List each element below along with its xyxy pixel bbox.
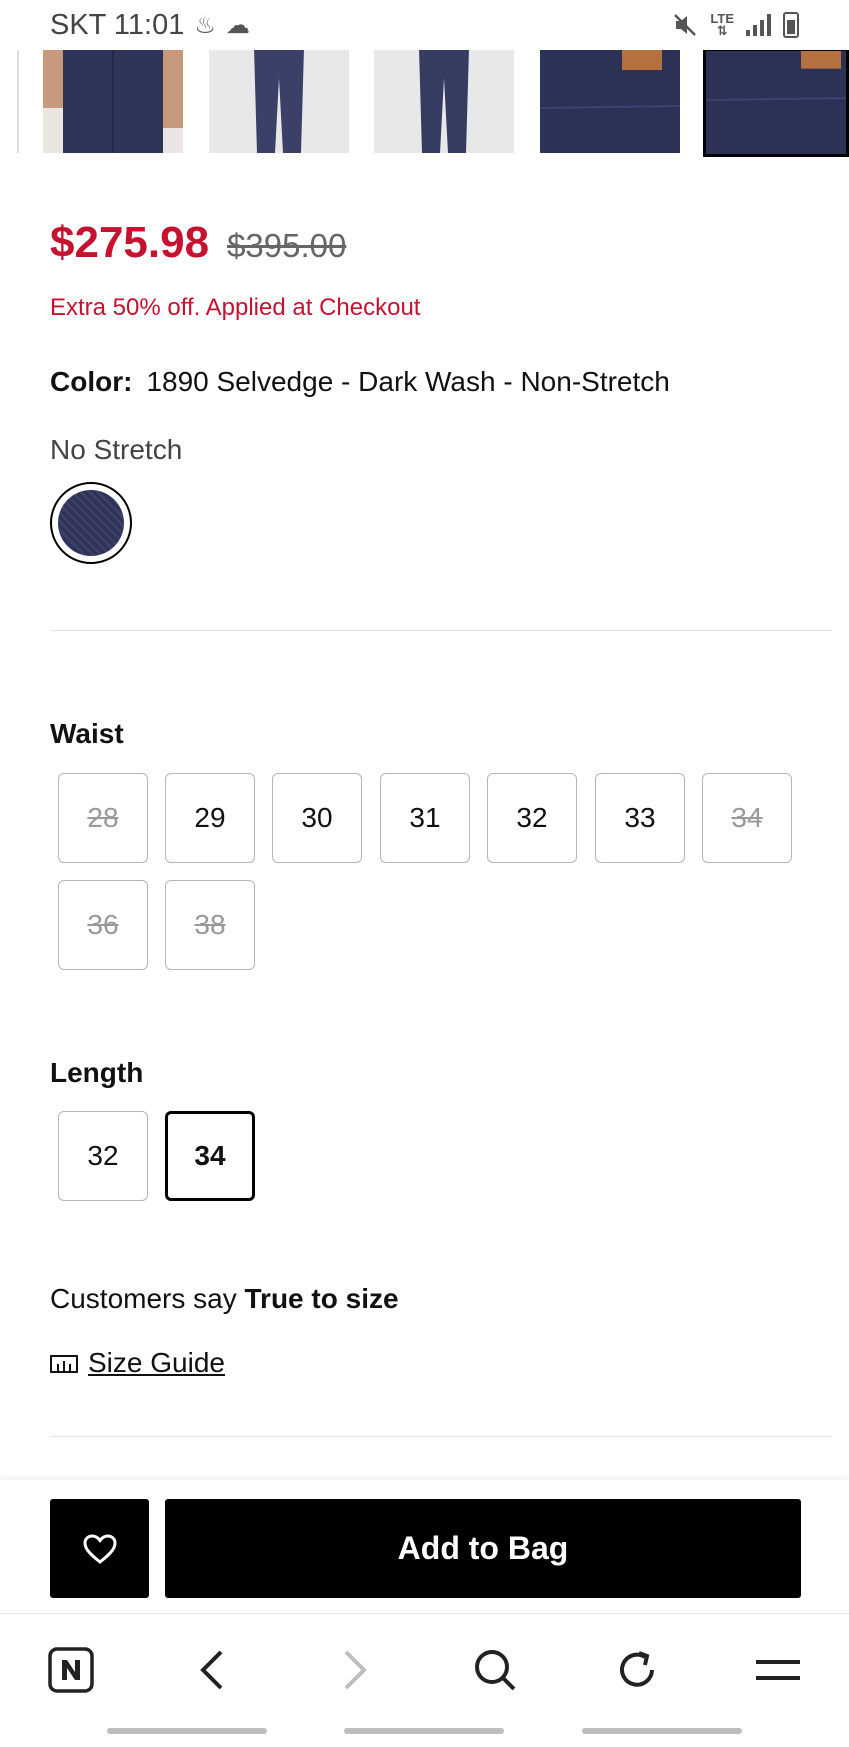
length-option[interactable]: 32 (58, 1111, 148, 1201)
divider (50, 630, 832, 631)
swatch-fill (58, 490, 124, 556)
battery-icon (783, 12, 799, 38)
thumbnail-edge (17, 48, 19, 153)
forward-button[interactable] (325, 1640, 385, 1700)
browser-toolbar (0, 1613, 849, 1747)
reload-button[interactable] (607, 1640, 667, 1700)
color-swatch-selected[interactable] (50, 482, 132, 564)
fit-value: True to size (244, 1283, 399, 1314)
length-option-selected[interactable]: 34 (165, 1111, 255, 1201)
status-bar: SKT 11:01 ♨ ☁ LTE ⇅ (0, 0, 849, 50)
size-guide-label[interactable]: Size Guide (88, 1347, 225, 1379)
chevron-right-icon (344, 1650, 367, 1690)
promo-text: Extra 50% off. Applied at Checkout (50, 294, 421, 321)
stretch-label: No Stretch (50, 434, 183, 465)
thumbnail-3[interactable] (374, 48, 514, 153)
action-bar: Add to Bag (0, 1480, 849, 1613)
signal-icon (746, 14, 771, 36)
original-price: $395.00 (227, 227, 347, 264)
status-right: LTE ⇅ (672, 12, 799, 38)
price-row: $275.98 $395.00 (50, 218, 346, 268)
waist-option[interactable]: 30 (272, 773, 362, 863)
carrier-time: SKT 11:01 (50, 8, 185, 41)
fit-summary: Customers say True to size (50, 1283, 399, 1315)
color-value: 1890 Selvedge - Dark Wash - Non-Stretch (146, 366, 670, 397)
chevron-left-icon (200, 1650, 223, 1690)
thumbnail-4[interactable] (540, 48, 680, 153)
menu-icon (756, 1660, 800, 1680)
thumbnail-1[interactable] (43, 48, 183, 153)
waist-option[interactable]: 33 (595, 773, 685, 863)
search-icon (475, 1650, 516, 1691)
product-thumbnails[interactable] (0, 48, 849, 158)
naver-icon (48, 1647, 94, 1693)
gesture-bar-center[interactable] (344, 1728, 504, 1734)
gesture-bar-left (107, 1728, 267, 1734)
chat-icon: ☁ (225, 11, 250, 39)
size-guide-link[interactable]: Size Guide (50, 1347, 225, 1379)
waist-label: Waist (50, 718, 124, 749)
notification-icon: ♨ (194, 11, 216, 39)
length-label: Length (50, 1057, 144, 1088)
search-button[interactable] (465, 1640, 525, 1700)
thumbnail-5-selected[interactable] (703, 48, 849, 157)
ruler-icon (50, 1355, 78, 1373)
waist-option[interactable]: 31 (380, 773, 470, 863)
waist-option[interactable]: 29 (165, 773, 255, 863)
wishlist-button[interactable] (50, 1499, 149, 1598)
color-label: Color: (50, 366, 133, 397)
waist-option[interactable]: 38 (165, 880, 255, 970)
gesture-bar-right (582, 1728, 742, 1734)
status-left: SKT 11:01 ♨ ☁ (50, 9, 250, 42)
color-row: Color: 1890 Selvedge - Dark Wash - Non-S… (50, 366, 670, 398)
add-to-bag-button[interactable]: Add to Bag (165, 1499, 801, 1598)
thumbnail-2[interactable] (209, 48, 349, 153)
waist-option[interactable]: 28 (58, 773, 148, 863)
heart-icon (82, 1533, 117, 1564)
divider (50, 1436, 832, 1437)
refresh-icon (620, 1651, 654, 1687)
menu-button[interactable] (748, 1640, 808, 1700)
back-button[interactable] (182, 1640, 242, 1700)
sale-price: $275.98 (50, 218, 210, 267)
waist-option[interactable]: 36 (58, 880, 148, 970)
mute-icon (674, 14, 697, 36)
waist-option[interactable]: 34 (702, 773, 792, 863)
naver-home-button[interactable] (41, 1640, 101, 1700)
network-type: LTE ⇅ (710, 11, 734, 38)
fit-prefix: Customers say (50, 1283, 237, 1314)
waist-option[interactable]: 32 (487, 773, 577, 863)
